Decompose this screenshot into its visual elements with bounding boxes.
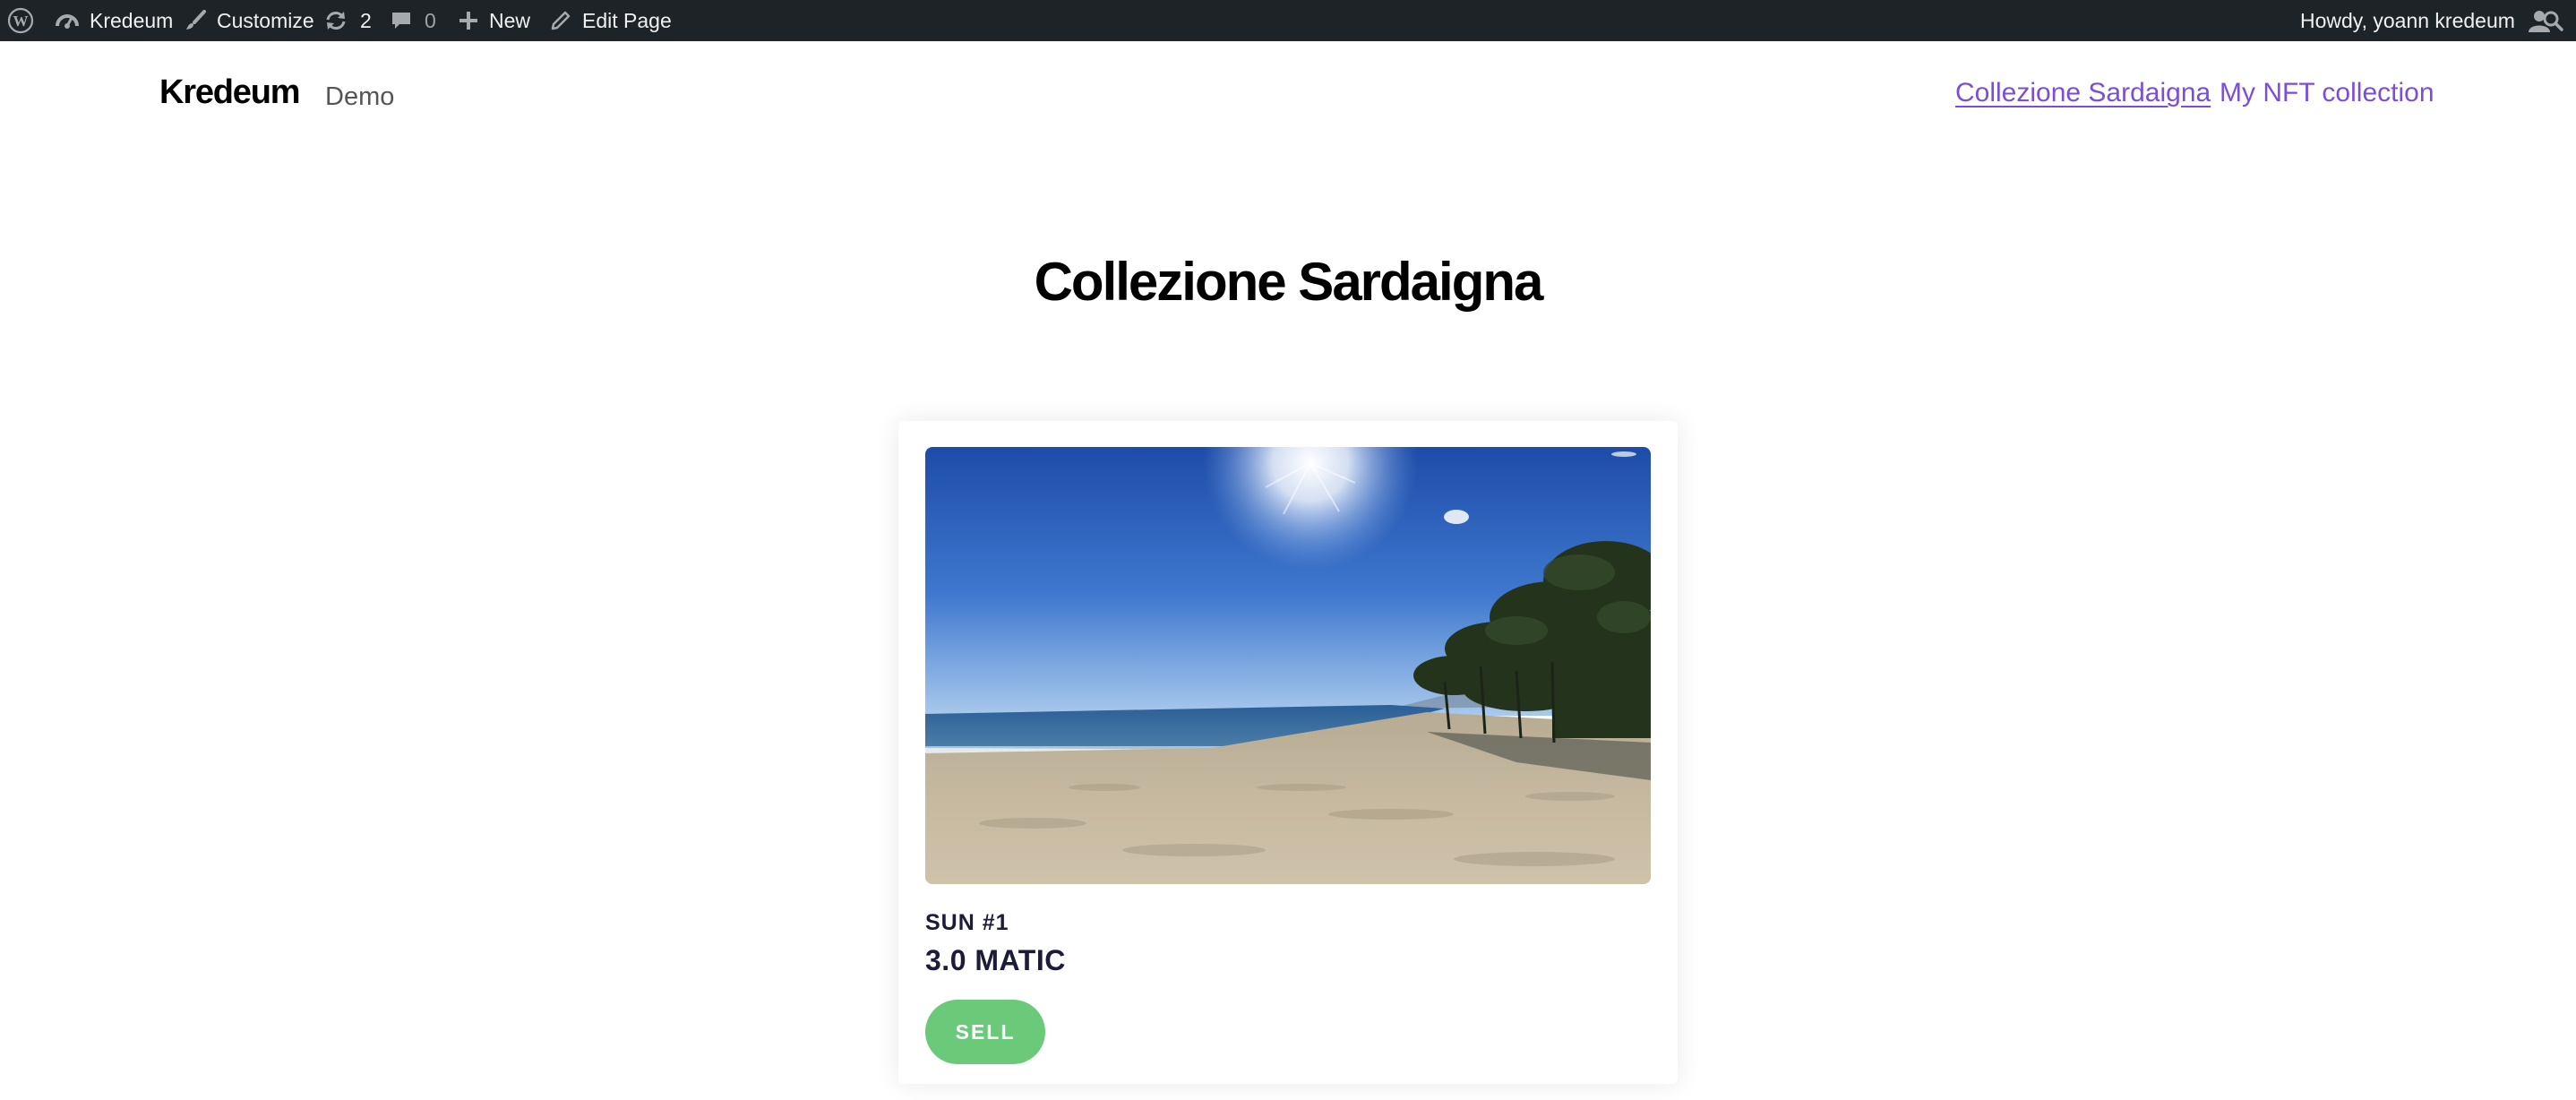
site-description: Demo — [325, 82, 395, 111]
customize-link[interactable]: Customize — [185, 0, 314, 41]
edit-page-link[interactable]: Edit Page — [550, 0, 672, 41]
comment-icon — [391, 10, 412, 31]
updates-count: 2 — [360, 8, 372, 32]
site-name-menu[interactable]: Kredeum — [56, 0, 173, 41]
updates-link[interactable]: 2 — [324, 0, 372, 41]
nav-link-my-nft-collection[interactable]: My NFT collection — [2220, 78, 2434, 108]
wordpress-menu[interactable]: W — [7, 0, 34, 41]
edit-page-label: Edit Page — [582, 8, 672, 32]
pencil-icon — [550, 10, 571, 31]
nft-price: 3.0 MATIC — [925, 944, 1066, 976]
nft-card: SUN #1 3.0 MATIC SELL — [898, 421, 1678, 1084]
admin-bar: W Kredeum Customize 2 0 New Edit Page Ho… — [0, 0, 2576, 41]
nft-image[interactable] — [925, 447, 1651, 884]
comments-link[interactable]: 0 — [391, 0, 436, 41]
nft-name: SUN #1 — [925, 910, 1009, 935]
search-icon — [2542, 10, 2563, 31]
site-title[interactable]: Kredeum — [159, 73, 301, 112]
my-account-menu[interactable]: Howdy, yoann kredeum — [2300, 0, 2551, 41]
customize-label: Customize — [217, 8, 314, 32]
plus-icon — [459, 11, 478, 30]
sell-button[interactable]: SELL — [925, 1000, 1045, 1064]
admin-search[interactable] — [2542, 0, 2563, 41]
svg-text:W: W — [13, 13, 29, 30]
comments-count: 0 — [425, 8, 436, 32]
dashboard-icon — [56, 10, 79, 31]
new-label: New — [489, 8, 531, 32]
nav-link-collezione-sardaigna[interactable]: Collezione Sardaigna — [1955, 78, 2211, 108]
new-content-menu[interactable]: New — [459, 0, 530, 41]
site-name-label: Kredeum — [90, 8, 174, 32]
greeting-label: Howdy, yoann kredeum — [2300, 8, 2515, 32]
page-title: Collezione Sardaigna — [1034, 252, 1544, 312]
updates-icon — [324, 10, 348, 31]
wordpress-icon: W — [7, 7, 34, 34]
brush-icon — [185, 10, 206, 31]
